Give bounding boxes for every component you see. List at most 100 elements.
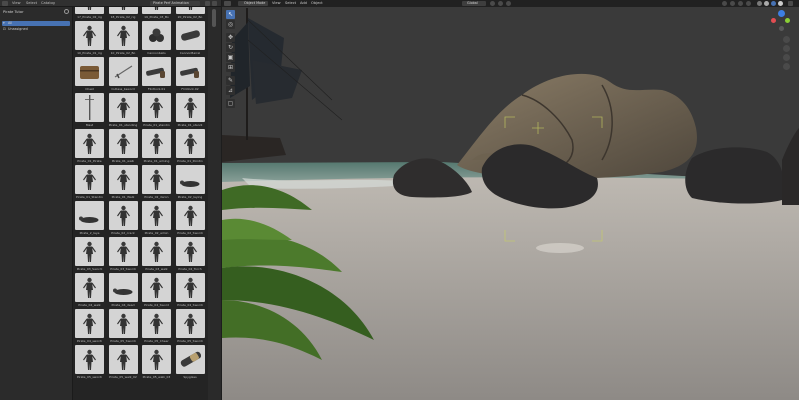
- menu-catalog[interactable]: Catalog: [41, 1, 55, 6]
- asset-thumbnail[interactable]: Pirate_04_walk: [75, 273, 104, 308]
- select-tool-icon[interactable]: ◎: [226, 20, 235, 29]
- asset-thumbnail[interactable]: Pirate_05_swordi: [75, 345, 104, 380]
- gizmo-y-axis-icon[interactable]: [785, 18, 790, 23]
- scrollbar-handle[interactable]: [212, 9, 216, 27]
- gizmo-toggle-icon[interactable]: [730, 1, 735, 6]
- asset-thumbnail[interactable]: 10_Pirate_01_rig: [75, 21, 104, 56]
- asset-thumbnail[interactable]: Pirate_01_Walk: [108, 165, 138, 200]
- asset-thumbnail[interactable]: Pirate_03_walk: [142, 237, 171, 272]
- menu-view[interactable]: View: [12, 1, 21, 6]
- asset-thumbnail[interactable]: Pirate_01_walk: [108, 129, 138, 164]
- menu-select[interactable]: Select: [26, 1, 37, 6]
- gizmo-center-icon[interactable]: [779, 26, 784, 31]
- asset-thumbnail[interactable]: Pirate_04_Swordi: [175, 273, 205, 308]
- 3d-viewport[interactable]: Object Mode View Select Add Object Globa…: [222, 0, 799, 400]
- asset-thumbnail[interactable]: Pirate_04_dead: [108, 273, 138, 308]
- asset-thumbnail[interactable]: Pirate_01_Standin: [75, 165, 104, 200]
- asset-thumbnail[interactable]: Pirate_01_standing: [108, 93, 138, 128]
- gizmo-x-axis-icon[interactable]: [771, 18, 776, 23]
- snap-icon[interactable]: [498, 1, 503, 6]
- catalog-item-all[interactable]: ▾ All: [2, 21, 70, 26]
- asset-thumbnail[interactable]: 20_Pirate_02_Bo: [175, 7, 205, 20]
- annotate-tool-icon[interactable]: ✎: [226, 76, 235, 85]
- asset-thumbnail[interactable]: 17_Pirate_02_rig: [75, 7, 104, 20]
- asset-thumbnail[interactable]: Pirate_03_Swordi: [108, 237, 138, 272]
- wireframe-shading-icon[interactable]: [757, 1, 762, 6]
- menu-add[interactable]: Add: [300, 1, 307, 6]
- asset-thumbnail[interactable]: Chest: [75, 57, 104, 92]
- asset-thumbnail[interactable]: Pirate_01_standi: [175, 93, 205, 128]
- asset-thumbnail[interactable]: Pirate_05_Swordi: [108, 309, 138, 344]
- asset-thumbnail[interactable]: Flintlock.01: [142, 57, 171, 92]
- measure-tool-icon[interactable]: ⊿: [226, 86, 235, 95]
- viewport-scene[interactable]: [222, 0, 799, 400]
- zoom-view-icon[interactable]: [783, 36, 790, 43]
- chevron-down-icon[interactable]: ▾: [3, 21, 5, 26]
- transform-orientation-select[interactable]: Global: [462, 1, 486, 6]
- perspective-toggle-icon[interactable]: [783, 63, 790, 70]
- asset-thumbnail[interactable]: Pirate_01_aiming: [142, 129, 171, 164]
- asset-library-select[interactable]: Pirate Perf Animation: [150, 1, 200, 6]
- scale-tool-icon[interactable]: ▣: [226, 53, 235, 62]
- solid-shading-icon[interactable]: [764, 1, 769, 6]
- asset-thumbnail[interactable]: Pirate_02_laying: [175, 165, 205, 200]
- menu-object[interactable]: Object: [311, 1, 323, 6]
- material-shading-icon[interactable]: [771, 1, 776, 6]
- overlay-toggle-icon[interactable]: [738, 1, 743, 6]
- visibility-icon[interactable]: [722, 1, 727, 6]
- asset-thumbnail[interactable]: Pirate_01_Pirate: [75, 129, 104, 164]
- asset-thumbnail[interactable]: Pirate_01_standin: [142, 93, 171, 128]
- asset-preview-image: [108, 201, 138, 230]
- asset-thumbnail[interactable]: Pirate_05_Cheer: [142, 309, 171, 344]
- asset-thumbnail[interactable]: Pirate_02_daron: [142, 165, 171, 200]
- asset-thumbnail[interactable]: Pirate_03_Swordi: [75, 237, 104, 272]
- cursor-tool-icon[interactable]: ↖: [226, 10, 235, 19]
- catalog-item-unassigned[interactable]: ⊡ Unassigned: [2, 27, 70, 32]
- object-mode-select[interactable]: Object Mode: [238, 1, 268, 6]
- asset-thumbnail[interactable]: Pirate_04_Torch: [175, 237, 205, 272]
- asset-thumbnail[interactable]: Spyglass: [175, 345, 205, 380]
- asset-thumbnail[interactable]: Pirate_05_walk_02: [108, 345, 138, 380]
- asset-thumbnail[interactable]: Pirate_05_walk_03: [142, 345, 171, 380]
- asset-thumbnail[interactable]: Cutlass_bsword: [108, 57, 138, 92]
- catalog-item-label: All: [8, 21, 13, 25]
- navigation-gizmo[interactable]: [770, 10, 796, 70]
- gear-icon[interactable]: [64, 9, 69, 14]
- asset-thumbnail[interactable]: Pirate_02_Swordi: [175, 201, 205, 236]
- menu-view[interactable]: View: [272, 1, 281, 6]
- asset-thumbnail[interactable]: Pirate_04_swordi: [75, 309, 104, 344]
- asset-thumbnail[interactable]: Mast: [75, 93, 104, 128]
- shading-options-icon[interactable]: [788, 1, 793, 6]
- asset-thumbnail[interactable]: 10_Pirate_02_Bo: [108, 21, 138, 56]
- asset-thumbnail[interactable]: Pirate_04_Sword: [142, 273, 171, 308]
- add-cube-tool-icon[interactable]: ▢: [226, 99, 235, 108]
- camera-view-icon[interactable]: [783, 54, 790, 61]
- asset-thumbnail[interactable]: Pirate_2_laye: [75, 201, 104, 236]
- move-tool-icon[interactable]: ✥: [226, 33, 235, 42]
- pan-view-icon[interactable]: [783, 45, 790, 52]
- editor-type-icon[interactable]: [2, 1, 8, 6]
- xray-toggle-icon[interactable]: [746, 1, 751, 6]
- rotate-tool-icon[interactable]: ↻: [226, 43, 235, 52]
- asset-preview-image: [108, 21, 138, 50]
- asset-grid-scrollbar[interactable]: [208, 7, 221, 400]
- proportional-edit-icon[interactable]: [506, 1, 511, 6]
- asset-thumbnail[interactable]: 19_Pirate_03_Bo: [142, 7, 171, 20]
- asset-thumbnail[interactable]: CannonBarrel: [175, 21, 205, 56]
- asset-thumbnail[interactable]: Flintlock.02: [175, 57, 205, 92]
- pivot-icon[interactable]: [490, 1, 495, 6]
- asset-thumbnail[interactable]: 18_Pirate_02_rig: [108, 7, 138, 20]
- gizmo-z-axis-icon[interactable]: [778, 10, 785, 17]
- asset-thumbnail[interactable]: Cannonballs: [142, 21, 171, 56]
- menu-select[interactable]: Select: [285, 1, 296, 6]
- editor-type-icon[interactable]: [224, 1, 231, 6]
- asset-thumbnail[interactable]: Pirate_02_crack: [108, 201, 138, 236]
- display-settings-icon[interactable]: [212, 1, 217, 6]
- transform-tool-icon[interactable]: ⊞: [226, 63, 235, 72]
- asset-thumbnail[interactable]: Pirate_05_Swordi: [175, 309, 205, 344]
- filter-icon[interactable]: [205, 1, 210, 6]
- rendered-shading-icon[interactable]: [778, 1, 783, 6]
- asset-name-label: Cutlass_bsword: [111, 86, 135, 91]
- asset-thumbnail[interactable]: Pirate_01_Pointin: [175, 129, 205, 164]
- asset-thumbnail[interactable]: Pirate_02_aimin: [142, 201, 171, 236]
